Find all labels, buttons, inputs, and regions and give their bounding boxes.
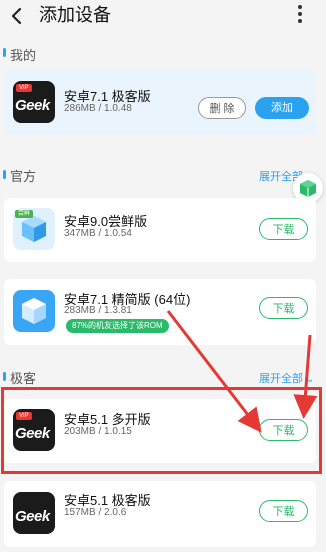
app-meta: 283MB / 1.3.81 — [64, 305, 132, 316]
section-bar — [3, 372, 6, 381]
highlight-box — [1, 387, 322, 474]
app-meta: 157MB / 2.0.6 — [64, 507, 127, 518]
more-vertical-icon[interactable] — [294, 5, 306, 29]
cube-app-icon: 尝鲜 — [13, 208, 55, 250]
top-bar: 添加设备 — [0, 0, 326, 34]
page-title: 添加设备 — [39, 5, 111, 25]
section-bar — [3, 170, 6, 179]
app-meta: 286MB / 1.0.48 — [64, 103, 132, 114]
device-card-geek-2[interactable]: Geek 安卓5.1 极客版 157MB / 2.0.6 下载 — [4, 481, 316, 547]
geek-app-icon: Geek — [13, 492, 55, 534]
geek-logo-text: Geek — [15, 97, 50, 114]
trial-badge: 尝鲜 — [15, 210, 34, 218]
device-card-mine[interactable]: VIP Geek 安卓7.1 极客版 286MB / 1.0.48 删 除 添加 — [4, 69, 316, 135]
device-card-official-2[interactable]: 安卓7.1 精简版 (64位) 283MB / 1.3.81 87%的机友选择了… — [4, 279, 316, 345]
section-bar — [3, 48, 6, 57]
expand-label: 展开全部 — [259, 373, 303, 385]
download-button[interactable]: 下载 — [259, 297, 308, 319]
download-button[interactable]: 下载 — [259, 500, 308, 522]
geek-app-icon: VIP Geek — [13, 81, 55, 123]
cube-app-icon — [13, 290, 55, 332]
chevron-down-icon: ⌄ — [306, 374, 315, 385]
geek-logo-text: Geek — [15, 508, 50, 525]
vip-badge: VIP — [16, 84, 32, 92]
popularity-pill: 87%的机友选择了该ROM — [66, 319, 169, 333]
delete-button[interactable]: 删 除 — [198, 97, 246, 119]
section-label-official: 官方 — [10, 169, 37, 184]
back-arrow-icon[interactable] — [7, 4, 29, 28]
add-button[interactable]: 添加 — [255, 97, 309, 119]
app-meta: 347MB / 1.0.54 — [64, 228, 132, 239]
section-label-mine: 我的 — [10, 48, 37, 63]
download-button[interactable]: 下载 — [259, 218, 308, 240]
section-label-geek: 极客 — [10, 371, 37, 386]
expand-all-geek[interactable]: 展开全部 ⌄ — [259, 370, 314, 386]
device-card-official-1[interactable]: 尝鲜 安卓9.0尝鲜版 347MB / 1.0.54 下载 — [4, 198, 316, 262]
